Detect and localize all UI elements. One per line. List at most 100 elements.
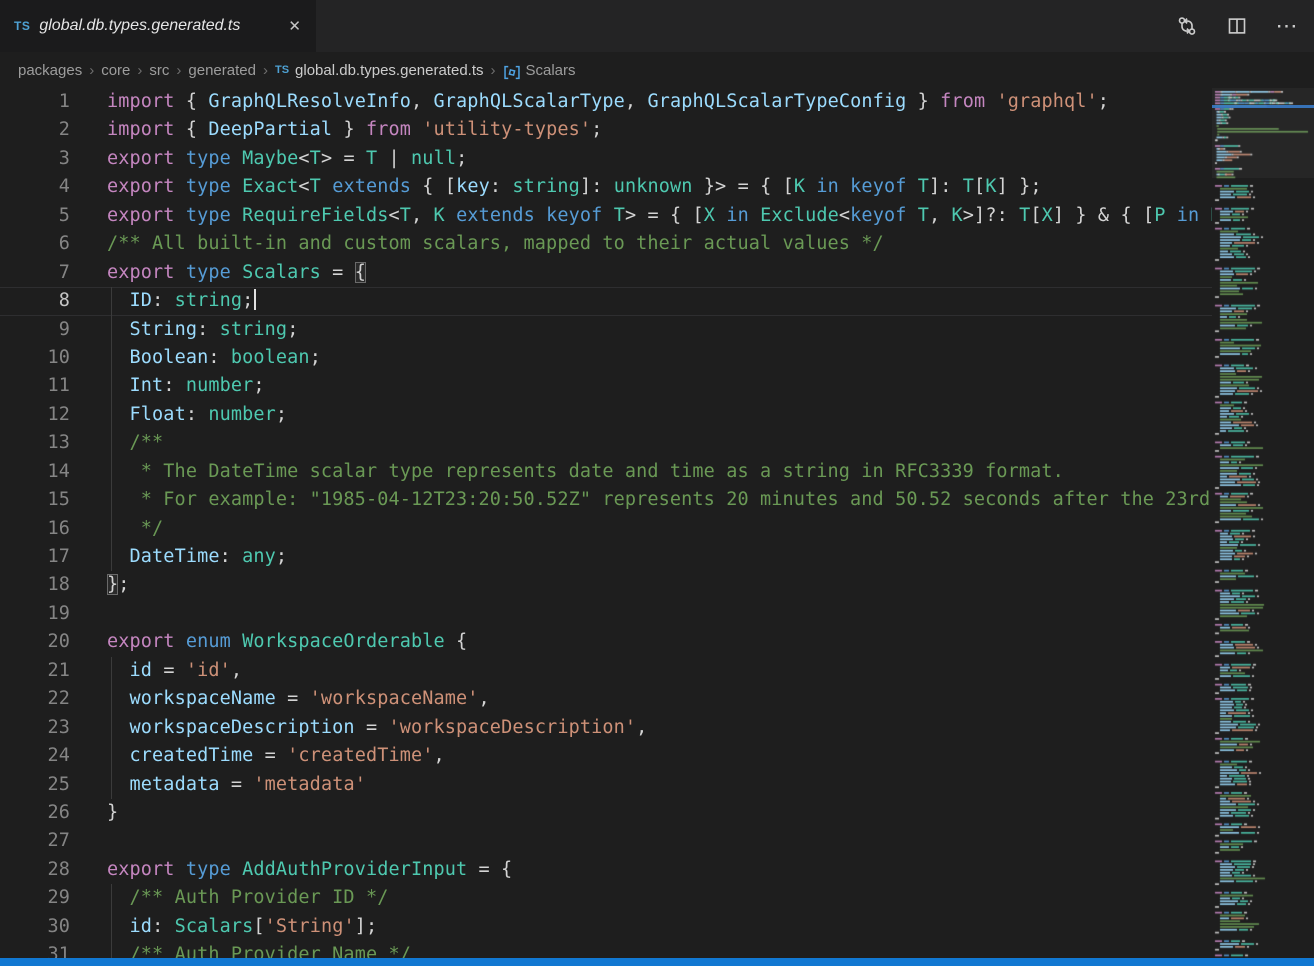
code-text: metadata = 'metadata' xyxy=(107,774,366,795)
line-number: 15 xyxy=(0,486,70,514)
breadcrumb-item-packages[interactable]: packages xyxy=(18,62,82,79)
code-line[interactable]: 15 * For example: "1985-04-12T23:20:50.5… xyxy=(0,486,1212,514)
code-line[interactable]: 19 xyxy=(0,600,1212,628)
typescript-file-icon: TS xyxy=(14,19,30,33)
code-text: DateTime: any; xyxy=(107,546,287,567)
code-text: * For example: "1985-04-12T23:20:50.52Z"… xyxy=(107,489,1212,510)
breadcrumb-item-generated[interactable]: generated xyxy=(188,62,256,79)
split-editor-icon[interactable] xyxy=(1226,15,1248,37)
breadcrumb: packages › core › src › generated › TS g… xyxy=(0,52,1314,88)
line-number: 2 xyxy=(0,116,70,144)
tab-bar: TS global.db.types.generated.ts ✕ xyxy=(0,0,1314,52)
line-number: 14 xyxy=(0,458,70,486)
breadcrumb-item-src[interactable]: src xyxy=(149,62,169,79)
code-line[interactable]: 7 export type Scalars = { xyxy=(0,259,1212,287)
code-line[interactable]: 1 import { GraphQLResolveInfo, GraphQLSca… xyxy=(0,88,1212,116)
code-line[interactable]: 6 /** All built-in and custom scalars, ma… xyxy=(0,230,1212,258)
code-line[interactable]: 3export type Maybe<T> = T | null; xyxy=(0,145,1212,173)
line-number: 17 xyxy=(0,543,70,571)
code-line[interactable]: 28export type AddAuthProviderInput = { xyxy=(0,856,1212,884)
code-line[interactable]: 13 /** xyxy=(0,429,1212,457)
breadcrumb-item-file[interactable]: global.db.types.generated.ts xyxy=(295,62,483,79)
line-number: 11 xyxy=(0,372,70,400)
line-number: 10 xyxy=(0,344,70,372)
line-number: 4 xyxy=(0,173,70,201)
chevron-right-icon: › xyxy=(263,62,268,79)
tab-global-db-types[interactable]: TS global.db.types.generated.ts ✕ xyxy=(0,0,316,52)
code-text: id = 'id', xyxy=(107,660,242,681)
code-text: import { DeepPartial } from 'utility-typ… xyxy=(107,119,602,140)
minimap-viewport[interactable] xyxy=(1212,88,1314,178)
line-number: 1 xyxy=(0,88,70,116)
code-line[interactable]: 27 xyxy=(0,827,1212,855)
code-line[interactable]: 23 workspaceDescription = 'workspaceDesc… xyxy=(0,714,1212,742)
line-number: 22 xyxy=(0,685,70,713)
code-text: /** Auth Provider Name */ xyxy=(107,944,411,958)
code-line[interactable]: 10 Boolean: boolean; xyxy=(0,344,1212,372)
code-lines: 1 import { GraphQLResolveInfo, GraphQLSca… xyxy=(0,88,1212,958)
line-number: 24 xyxy=(0,742,70,770)
line-number: 21 xyxy=(0,657,70,685)
chevron-right-icon: › xyxy=(491,62,496,79)
code-line[interactable]: 25 metadata = 'metadata' xyxy=(0,771,1212,799)
tab-close-icon[interactable]: ✕ xyxy=(285,15,304,37)
code-line[interactable]: 18}; xyxy=(0,571,1212,599)
line-number: 8 xyxy=(0,287,70,315)
editor-actions: ⋯ xyxy=(1176,0,1314,52)
code-line[interactable]: 2 import { DeepPartial } from 'utility-ty… xyxy=(0,116,1212,144)
line-number: 9 xyxy=(0,316,70,344)
line-number: 5 xyxy=(0,202,70,230)
editor-pane: 1 import { GraphQLResolveInfo, GraphQLSca… xyxy=(0,88,1314,958)
line-number: 6 xyxy=(0,230,70,258)
code-line[interactable]: 4export type Exact<T extends { [key: str… xyxy=(0,173,1212,201)
typescript-file-icon: TS xyxy=(275,64,289,76)
code-line[interactable]: 11 Int: number; xyxy=(0,372,1212,400)
line-number: 25 xyxy=(0,771,70,799)
minimap[interactable] xyxy=(1212,88,1314,958)
code-line[interactable]: 8 ID: string; xyxy=(0,287,1212,315)
code-text: workspaceName = 'workspaceName', xyxy=(107,688,490,709)
code-line[interactable]: 24 createdTime = 'createdTime', xyxy=(0,742,1212,770)
code-line[interactable]: 30 id: Scalars['String']; xyxy=(0,913,1212,941)
bottom-focus-border xyxy=(0,958,1314,966)
text-cursor xyxy=(254,289,256,310)
line-number: 12 xyxy=(0,401,70,429)
code-text: export type RequireFields<T, K extends k… xyxy=(107,205,1212,226)
code-line[interactable]: 12 Float: number; xyxy=(0,401,1212,429)
code-line[interactable]: 20export enum WorkspaceOrderable { xyxy=(0,628,1212,656)
open-changes-icon[interactable] xyxy=(1176,15,1198,37)
line-number: 7 xyxy=(0,259,70,287)
code-text: export type Scalars = { xyxy=(107,262,366,283)
code-line[interactable]: 9 String: string; xyxy=(0,316,1212,344)
line-number: 20 xyxy=(0,628,70,656)
line-number: 29 xyxy=(0,884,70,912)
code-text: /** All built-in and custom scalars, map… xyxy=(107,233,884,254)
line-number: 13 xyxy=(0,429,70,457)
line-number: 27 xyxy=(0,827,70,855)
breadcrumb-item-core[interactable]: core xyxy=(101,62,130,79)
code-line[interactable]: 26} xyxy=(0,799,1212,827)
code-text: createdTime = 'createdTime', xyxy=(107,745,445,766)
code-line[interactable]: 14 * The DateTime scalar type represents… xyxy=(0,458,1212,486)
type-symbol-icon xyxy=(503,65,521,80)
chevron-right-icon: › xyxy=(89,62,94,79)
code-text: import { GraphQLResolveInfo, GraphQLScal… xyxy=(107,91,1109,112)
code-text: Boolean: boolean; xyxy=(107,347,321,368)
line-number: 30 xyxy=(0,913,70,941)
line-number: 23 xyxy=(0,714,70,742)
code-line[interactable]: 16 */ xyxy=(0,515,1212,543)
code-line[interactable]: 29 /** Auth Provider ID */ xyxy=(0,884,1212,912)
code-line[interactable]: 22 workspaceName = 'workspaceName', xyxy=(0,685,1212,713)
code-line[interactable]: 5 export type RequireFields<T, K extends … xyxy=(0,202,1212,230)
code-line[interactable]: 21 id = 'id', xyxy=(0,657,1212,685)
code-text: export type AddAuthProviderInput = { xyxy=(107,859,512,880)
tab-title: global.db.types.generated.ts xyxy=(39,17,275,35)
more-actions-icon[interactable]: ⋯ xyxy=(1276,15,1298,37)
minimap-canvas xyxy=(1212,88,1314,958)
code-line[interactable]: 17 DateTime: any; xyxy=(0,543,1212,571)
code-text: id: Scalars['String']; xyxy=(107,916,377,937)
code-text: workspaceDescription = 'workspaceDescrip… xyxy=(107,717,647,738)
line-number: 31 xyxy=(0,941,70,958)
code-line[interactable]: 31 /** Auth Provider Name */ xyxy=(0,941,1212,958)
breadcrumb-item-symbol-scalars[interactable]: Scalars xyxy=(526,62,576,79)
